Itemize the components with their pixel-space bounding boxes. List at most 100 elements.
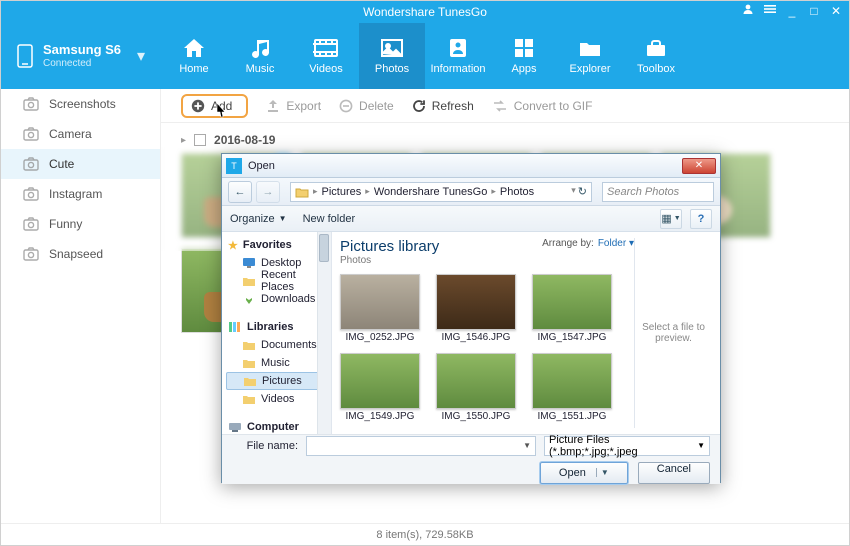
chevron-down-icon: ▼ <box>279 214 287 223</box>
select-all-checkbox[interactable] <box>194 134 206 146</box>
file-item[interactable]: IMG_1551.JPG <box>532 353 612 422</box>
phone-icon <box>17 44 33 68</box>
tree-downloads[interactable]: Downloads <box>226 290 327 308</box>
open-button[interactable]: Open▼ <box>540 462 628 484</box>
address-dropdown-icon[interactable]: ▾ <box>571 185 576 198</box>
tree-videos[interactable]: Videos <box>226 390 327 408</box>
file-item[interactable]: IMG_1546.JPG <box>436 274 516 343</box>
nav-forward-button[interactable]: → <box>256 181 280 203</box>
refresh-icon <box>412 99 426 113</box>
tree-music[interactable]: Music <box>226 354 327 372</box>
sidebar-item-instagram[interactable]: Instagram <box>1 179 160 209</box>
sidebar-item-cute[interactable]: Cute <box>1 149 160 179</box>
tree-pictures[interactable]: Pictures <box>226 372 327 390</box>
nav-videos[interactable]: Videos <box>293 23 359 89</box>
app-title: Wondershare TunesGo <box>363 5 487 19</box>
tree-favorites[interactable]: ★Favorites <box>226 236 327 254</box>
downloads-icon <box>242 293 256 305</box>
dialog-titlebar[interactable]: T Open ✕ <box>222 154 720 178</box>
dialog-close-button[interactable]: ✕ <box>682 158 716 174</box>
tree-documents[interactable]: Documents <box>226 336 327 354</box>
status-text: 8 item(s), 729.58KB <box>376 529 473 541</box>
information-icon <box>445 37 471 59</box>
app-titlebar: Wondershare TunesGo _ □ ✕ <box>1 1 849 23</box>
arrange-by[interactable]: Arrange by: Folder ▾ <box>542 238 634 249</box>
file-type-filter[interactable]: Picture Files (*.bmp;*.jpg;*.jpeg▼ <box>544 436 710 456</box>
tree-recent[interactable]: Recent Places <box>226 272 327 290</box>
menu-icon[interactable] <box>763 3 777 18</box>
sidebar-item-camera[interactable]: Camera <box>1 119 160 149</box>
add-button[interactable]: Add <box>181 94 248 118</box>
status-bar: 8 item(s), 729.58KB <box>1 523 849 545</box>
chevron-down-icon[interactable]: ▼ <box>523 441 531 450</box>
nav-back-button[interactable]: ← <box>228 181 252 203</box>
address-refresh-icon[interactable]: ↻ <box>578 185 587 198</box>
file-thumbnail <box>340 353 420 409</box>
file-thumbnail <box>436 274 516 330</box>
file-item[interactable]: IMG_1547.JPG <box>532 274 612 343</box>
camera-icon <box>23 157 39 171</box>
camera-icon <box>23 217 39 231</box>
chevron-down-icon: ▾ <box>137 46 145 66</box>
nav-music[interactable]: Music <box>227 23 293 89</box>
open-split-icon[interactable]: ▼ <box>596 468 609 477</box>
caret-right-icon[interactable]: ▸ <box>181 135 186 146</box>
videos-icon <box>313 37 339 59</box>
music-folder-icon <box>242 357 256 369</box>
videos-folder-icon <box>242 393 256 405</box>
file-name: IMG_1546.JPG <box>442 332 511 343</box>
nav-photos[interactable]: Photos <box>359 23 425 89</box>
dialog-footer: File name: ▼ Picture Files (*.bmp;*.jpg;… <box>222 434 720 484</box>
file-item[interactable]: IMG_1550.JPG <box>436 353 516 422</box>
convert-gif-button[interactable]: Convert to GIF <box>492 99 593 113</box>
chevron-down-icon: ▼ <box>697 441 705 450</box>
tree-scrollbar[interactable] <box>317 232 331 434</box>
delete-button[interactable]: Delete <box>339 99 394 113</box>
file-list: Pictures library Photos Arrange by: Fold… <box>332 232 720 434</box>
sidebar-item-funny[interactable]: Funny <box>1 209 160 239</box>
file-item[interactable]: IMG_1549.JPG <box>340 353 420 422</box>
maximize-icon[interactable]: □ <box>807 4 821 18</box>
file-name: IMG_1550.JPG <box>442 411 511 422</box>
tree-libraries[interactable]: Libraries <box>226 318 327 336</box>
search-input[interactable]: Search Photos <box>602 182 714 202</box>
file-thumbnail <box>436 353 516 409</box>
new-folder-button[interactable]: New folder <box>303 213 356 225</box>
file-item[interactable]: IMG_0252.JPG <box>340 274 420 343</box>
close-icon[interactable]: ✕ <box>829 4 843 18</box>
desktop-icon <box>242 257 256 269</box>
nav-apps[interactable]: Apps <box>491 23 557 89</box>
camera-icon <box>23 187 39 201</box>
file-thumbnail <box>532 274 612 330</box>
nav-home[interactable]: Home <box>161 23 227 89</box>
sidebar-item-screenshots[interactable]: Screenshots <box>1 89 160 119</box>
nav-toolbox[interactable]: Toolbox <box>623 23 689 89</box>
user-icon[interactable] <box>741 3 755 18</box>
tree-computer[interactable]: Computer <box>226 418 327 434</box>
dialog-navbar: ← → ▸ Pictures ▸ Wondershare TunesGo ▸ P… <box>222 178 720 206</box>
dialog-toolbar: Organize ▼ New folder ▦ ▼ ? <box>222 206 720 232</box>
filename-input[interactable]: ▼ <box>306 436 536 456</box>
sidebar-item-snapseed[interactable]: Snapseed <box>1 239 160 269</box>
libraries-icon <box>228 321 242 333</box>
device-selector[interactable]: Samsung S6 Connected ▾ <box>1 23 161 89</box>
star-icon: ★ <box>228 239 238 252</box>
cancel-button[interactable]: Cancel <box>638 462 710 484</box>
view-options-button[interactable]: ▦ ▼ <box>660 209 682 229</box>
preview-pane: Select a file to preview. <box>634 238 712 428</box>
nav-information[interactable]: Information <box>425 23 491 89</box>
window-controls: _ □ ✕ <box>741 3 843 18</box>
file-name: IMG_1551.JPG <box>538 411 607 422</box>
help-button[interactable]: ? <box>690 209 712 229</box>
minimize-icon[interactable]: _ <box>785 4 799 18</box>
export-button[interactable]: Export <box>266 99 321 113</box>
refresh-button[interactable]: Refresh <box>412 99 474 113</box>
photo-toolbar: Add Export Delete Refresh Convert to GIF <box>161 89 849 123</box>
minus-circle-icon <box>339 99 353 113</box>
camera-icon <box>23 127 39 141</box>
organize-menu[interactable]: Organize ▼ <box>230 213 287 225</box>
device-name: Samsung S6 <box>43 43 121 57</box>
nav-explorer[interactable]: Explorer <box>557 23 623 89</box>
dialog-body: ★Favorites Desktop Recent Places Downloa… <box>222 232 720 434</box>
address-bar[interactable]: ▸ Pictures ▸ Wondershare TunesGo ▸ Photo… <box>290 182 592 202</box>
